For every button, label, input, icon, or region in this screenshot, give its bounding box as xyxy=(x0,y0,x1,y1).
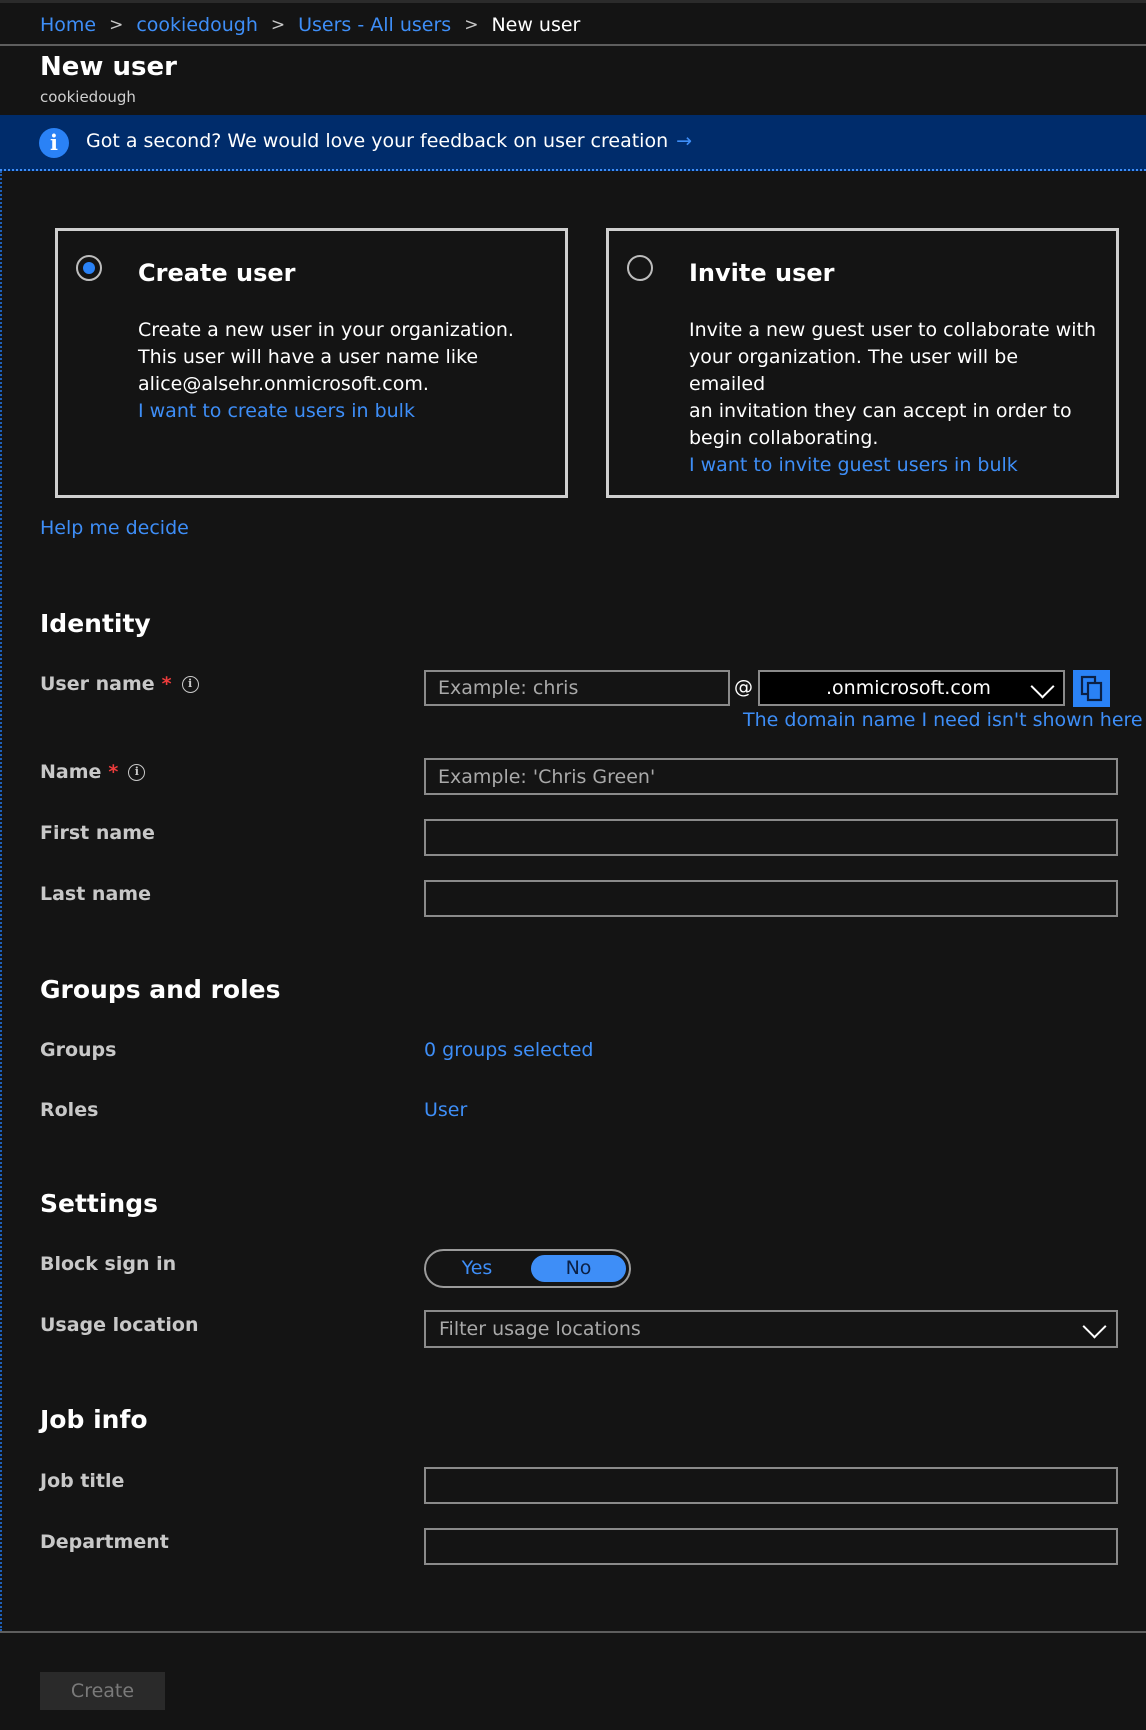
invite-bulk-link[interactable]: I want to invite guest users in bulk xyxy=(689,452,1099,479)
job-title-label: Job title xyxy=(40,1470,125,1492)
invite-user-desc-line: an invitation they can accept in order t… xyxy=(689,400,1072,422)
invite-user-description: Invite a new guest user to collaborate w… xyxy=(689,317,1099,479)
info-icon[interactable]: i xyxy=(181,675,199,693)
copy-icon xyxy=(1080,675,1103,702)
department-label: Department xyxy=(40,1531,169,1553)
last-name-input[interactable] xyxy=(424,880,1118,917)
last-name-label: Last name xyxy=(40,883,151,905)
at-sign: @ xyxy=(734,676,753,698)
create-user-option[interactable]: Create user Create a new user in your or… xyxy=(55,228,568,498)
usage-location-label: Usage location xyxy=(40,1314,199,1336)
top-strip xyxy=(0,0,1146,3)
create-user-radio[interactable] xyxy=(76,255,102,281)
create-button[interactable]: Create xyxy=(40,1672,165,1710)
create-user-desc-line: Create a new user in your organization. xyxy=(138,319,514,341)
identity-heading: Identity xyxy=(40,609,151,638)
job-title-input[interactable] xyxy=(424,1467,1118,1504)
block-sign-in-toggle[interactable]: Yes No xyxy=(424,1249,631,1288)
header-divider xyxy=(0,44,1146,46)
chevron-right-icon: > xyxy=(464,15,479,35)
copy-button[interactable] xyxy=(1073,670,1110,707)
create-user-description: Create a new user in your organization. … xyxy=(138,317,548,425)
invite-user-title: Invite user xyxy=(689,259,835,287)
page-title: New user xyxy=(40,52,177,82)
breadcrumb-current: New user xyxy=(491,14,581,36)
breadcrumb-home[interactable]: Home xyxy=(40,14,96,36)
roles-label: Roles xyxy=(40,1099,99,1121)
groups-roles-heading: Groups and roles xyxy=(40,975,281,1004)
help-me-decide-link[interactable]: Help me decide xyxy=(40,517,189,539)
feedback-banner: i Got a second? We would love your feedb… xyxy=(0,115,1146,171)
chevron-down-icon xyxy=(1082,1314,1107,1339)
required-marker: * xyxy=(108,761,119,783)
breadcrumb-tenant[interactable]: cookiedough xyxy=(136,14,258,36)
breadcrumb-users[interactable]: Users - All users xyxy=(298,14,451,36)
block-sign-in-label: Block sign in xyxy=(40,1253,177,1275)
info-icon: i xyxy=(39,128,69,158)
groups-selected-link[interactable]: 0 groups selected xyxy=(424,1039,593,1061)
username-label-text: User name xyxy=(40,673,155,695)
feedback-link[interactable]: Got a second? We would love your feedbac… xyxy=(86,130,692,152)
required-marker: * xyxy=(161,673,172,695)
invite-user-desc-line: Invite a new guest user to collaborate w… xyxy=(689,319,1097,341)
first-name-label: First name xyxy=(40,822,155,844)
job-info-heading: Job info xyxy=(40,1405,148,1434)
name-input[interactable] xyxy=(424,758,1118,795)
name-label-text: Name xyxy=(40,761,102,783)
info-icon[interactable]: i xyxy=(128,763,146,781)
focus-border xyxy=(0,171,2,1631)
create-user-desc-line: This user will have a user name like xyxy=(138,346,479,368)
page-subtitle: cookiedough xyxy=(40,88,136,106)
toggle-no-option[interactable]: No xyxy=(531,1255,626,1282)
invite-user-desc-line: your organization. The user will be emai… xyxy=(689,346,1019,395)
settings-heading: Settings xyxy=(40,1189,159,1218)
breadcrumb: Home > cookiedough > Users - All users >… xyxy=(40,12,580,38)
chevron-right-icon: > xyxy=(270,15,286,35)
chevron-right-icon: > xyxy=(109,15,124,35)
invite-user-desc-line: begin collaborating. xyxy=(689,427,879,449)
usage-location-placeholder: Filter usage locations xyxy=(439,1318,641,1340)
chevron-down-icon xyxy=(1030,674,1055,699)
create-bulk-link[interactable]: I want to create users in bulk xyxy=(138,398,548,425)
feedback-text: Got a second? We would love your feedbac… xyxy=(86,130,669,152)
domain-not-shown-link[interactable]: The domain name I need isn't shown here xyxy=(743,709,1143,731)
toggle-yes-option[interactable]: Yes xyxy=(434,1255,520,1282)
arrow-right-icon: → xyxy=(676,130,693,152)
first-name-input[interactable] xyxy=(424,819,1118,856)
create-user-title: Create user xyxy=(138,259,296,287)
create-user-desc-line: alice@alsehr.onmicrosoft.com. xyxy=(138,373,429,395)
usage-location-select[interactable]: Filter usage locations xyxy=(424,1310,1118,1348)
username-label: User name * i xyxy=(40,673,199,695)
invite-user-option[interactable]: Invite user Invite a new guest user to c… xyxy=(606,228,1119,498)
domain-value: .onmicrosoft.com xyxy=(826,677,991,699)
groups-label: Groups xyxy=(40,1039,117,1061)
domain-dropdown[interactable]: .onmicrosoft.com xyxy=(758,670,1065,706)
roles-link[interactable]: User xyxy=(424,1099,467,1121)
department-input[interactable] xyxy=(424,1528,1118,1565)
invite-user-radio[interactable] xyxy=(627,255,653,281)
username-input[interactable] xyxy=(424,670,730,706)
footer-divider xyxy=(0,1631,1146,1633)
name-label: Name * i xyxy=(40,761,146,783)
